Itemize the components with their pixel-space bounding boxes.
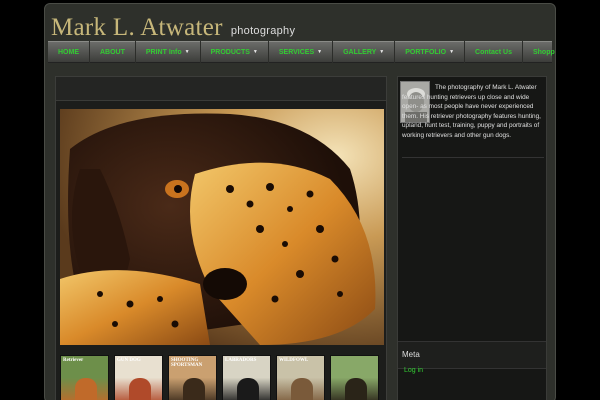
dog-icon [75,378,97,400]
chevron-down-icon: ▼ [449,49,455,55]
chevron-down-icon: ▼ [379,49,385,55]
magazine-title: SHOOTING SPORTSMAN [171,358,203,368]
nav-item-home[interactable]: HOME [48,41,90,63]
nav-item-label: PRODUCTS [210,48,250,56]
nav-item-products[interactable]: PRODUCTS ▼ [201,41,269,63]
nav-item-label: SERVICES [278,48,315,56]
hero-image[interactable] [60,109,384,345]
chevron-down-icon: ▼ [252,49,258,55]
magazine-thumbnail[interactable]: SHOOTING SPORTSMAN [168,355,217,400]
magazine-title: WILDFOWL [279,358,309,363]
hero-photo [60,109,384,345]
dog-icon [129,378,151,400]
nav-item-about[interactable]: ABOUT [90,41,136,63]
site-subtitle: photography [230,25,296,37]
magazine-thumbnail[interactable]: LABRADORS [222,355,271,400]
nav-item-label: PORTFOLIO [405,48,447,56]
nav-item-label: PRINT Info [145,48,182,56]
nav-item-print-info[interactable]: PRINT Info ▼ [136,41,201,63]
meta-title: Meta [402,350,420,359]
nav-item-label: Shopping Cart [532,48,555,56]
nav-item-gallery[interactable]: GALLERY ▼ [333,41,396,63]
content-title-bar [56,77,386,101]
magazine-thumbnails: Retriever GUN DOG SHOOTING SPORTSMAN LABRAD… [60,355,384,400]
dog-icon [237,378,259,400]
main-content: Retriever GUN DOG SHOOTING SPORTSMAN LABRAD… [55,76,387,400]
divider [402,157,544,158]
magazine-title: Retriever [63,358,84,363]
magazine-thumbnail[interactable]: Retriever [60,355,109,400]
main-nav: HOME ABOUT PRINT Info ▼ PRODUCTS ▼ SERVICES ▼ GA… [48,41,555,63]
nav-item-portfolio[interactable]: PORTFOLIO ▼ [395,41,466,63]
nav-item-shopping-cart[interactable]: Shopping Cart [523,41,555,63]
nav-item-label: ABOUT [100,48,125,56]
magazine-thumbnail[interactable] [330,355,379,400]
magazine-thumbnail[interactable]: WILDFOWL [276,355,325,400]
dog-icon [291,378,313,400]
dog-icon [345,378,367,400]
dog-icon [183,378,205,400]
nav-item-services[interactable]: SERVICES ▼ [269,41,334,63]
magazine-thumbnail[interactable]: GUN DOG [114,355,163,400]
page-frame: Mark L. Atwater photography HOME ABOUT PRI… [44,3,556,400]
site-header: Mark L. Atwater photography [51,8,295,42]
site-title[interactable]: Mark L. Atwater [51,14,223,42]
nav-item-contact-us[interactable]: Contact Us [465,41,523,63]
nav-item-label: HOME [58,48,79,56]
login-link[interactable]: Log in [404,367,423,374]
nav-item-label: GALLERY [343,48,377,56]
sidebar: The photography of Mark L. Atwater featu… [397,76,547,400]
chevron-down-icon: ▼ [184,49,190,55]
about-text: The photography of Mark L. Atwater featu… [402,84,541,139]
chevron-down-icon: ▼ [317,49,323,55]
meta-widget: Meta [398,341,546,369]
magazine-title: GUN DOG [117,358,141,363]
magazine-title: LABRADORS [225,358,257,363]
nav-item-label: Contact Us [475,48,512,56]
